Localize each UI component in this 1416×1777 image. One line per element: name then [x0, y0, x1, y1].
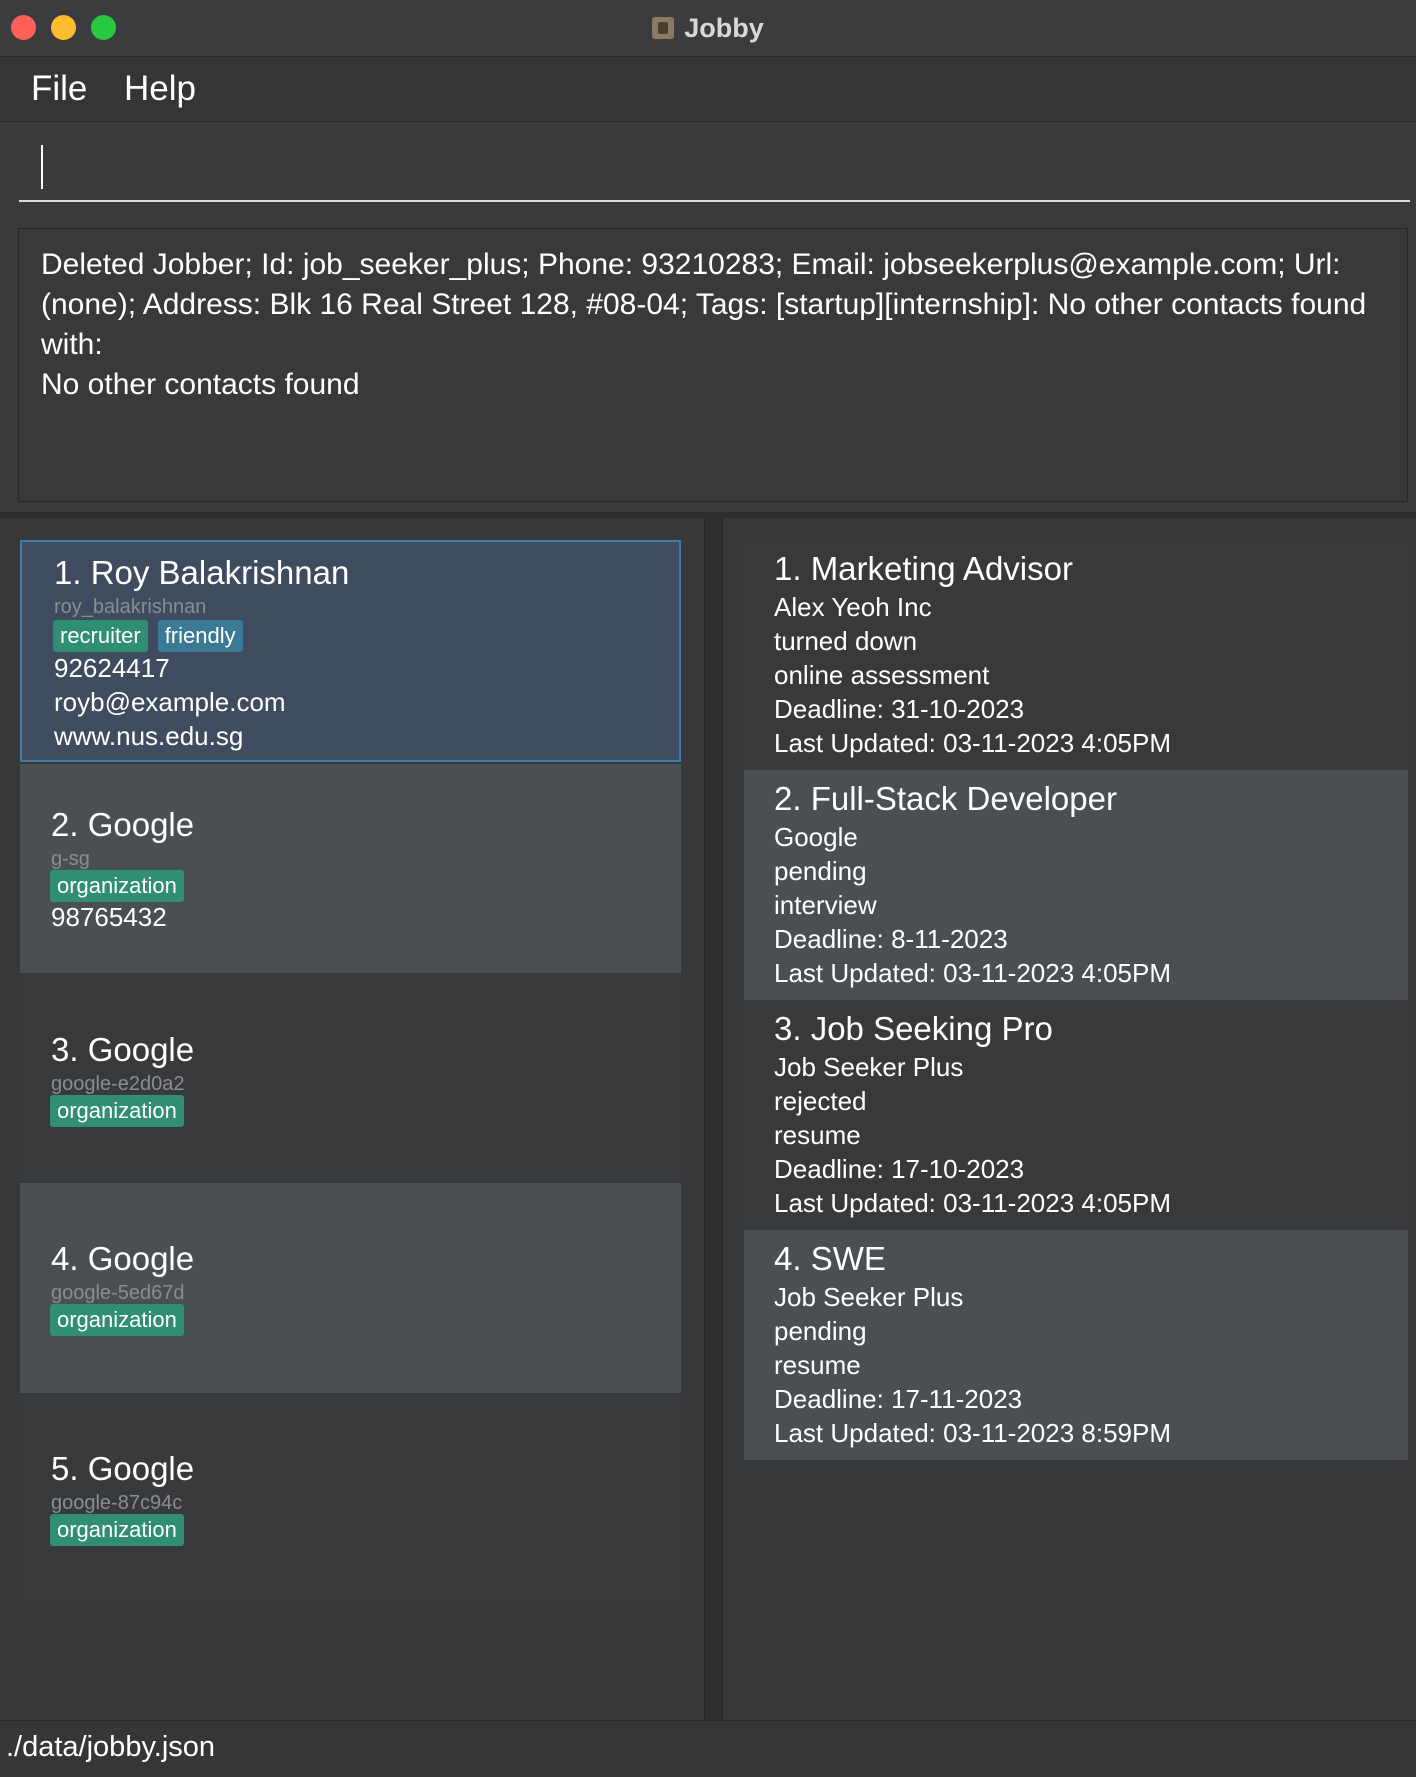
contact-card[interactable]: 5. Google google-87c94c organization: [20, 1393, 681, 1603]
status-bar: ./data/jobby.json: [0, 1720, 1416, 1777]
job-last-updated: Last Updated: 03-11-2023 4:05PM: [774, 728, 1172, 758]
job-company: Alex Yeoh Inc: [774, 592, 932, 622]
job-card[interactable]: 3. Job Seeking Pro Job Seeker Plus rejec…: [744, 1000, 1408, 1230]
job-card[interactable]: 4. SWE Job Seeker Plus pending resume De…: [744, 1230, 1408, 1460]
window-title-group: Jobby: [0, 0, 1416, 56]
tag: organization: [50, 1095, 184, 1127]
job-status: rejected: [774, 1086, 867, 1116]
job-stage: resume: [774, 1350, 861, 1380]
contact-name: 3. Google: [51, 1031, 195, 1068]
contact-id: g-sg: [51, 848, 90, 870]
result-display: Deleted Jobber; Id: job_seeker_plus; Pho…: [18, 228, 1408, 502]
tag-list: organization: [50, 1304, 184, 1336]
window-title: Jobby: [684, 12, 764, 43]
contact-id: roy_balakrishnan: [54, 596, 207, 618]
tag: organization: [50, 1304, 184, 1336]
job-title: 1. Marketing Advisor: [774, 550, 1073, 587]
job-status: pending: [774, 1316, 867, 1346]
menu-help[interactable]: Help: [124, 69, 196, 109]
tag-list: organization: [50, 1514, 184, 1546]
contact-name: 4. Google: [51, 1240, 195, 1277]
tag-list: organization: [50, 870, 184, 902]
job-card[interactable]: 1. Marketing Advisor Alex Yeoh Inc turne…: [744, 540, 1408, 770]
job-company: Job Seeker Plus: [774, 1282, 964, 1312]
tag: friendly: [157, 620, 243, 652]
contact-name: 5. Google: [51, 1450, 195, 1487]
contact-card[interactable]: 3. Google google-e2d0a2 organization: [20, 973, 681, 1183]
tag-list: organization: [50, 1095, 184, 1127]
job-title: 2. Full-Stack Developer: [774, 780, 1117, 817]
job-last-updated: Last Updated: 03-11-2023 4:05PM: [774, 1188, 1172, 1218]
job-last-updated: Last Updated: 03-11-2023 8:59PM: [774, 1418, 1172, 1448]
job-company: Job Seeker Plus: [774, 1052, 964, 1082]
job-deadline: Deadline: 17-10-2023: [774, 1154, 1025, 1184]
contact-name: 1. Roy Balakrishnan: [54, 554, 350, 591]
contact-id: google-5ed67d: [51, 1282, 185, 1304]
job-deadline: Deadline: 17-11-2023: [774, 1384, 1023, 1414]
job-title: 4. SWE: [774, 1240, 886, 1277]
contact-card[interactable]: 2. Google g-sg organization 98765432: [20, 764, 681, 973]
tag-list: recruiter friendly: [53, 620, 243, 652]
tag: recruiter: [53, 620, 148, 652]
job-stage: interview: [774, 890, 877, 920]
title-bar: Jobby: [0, 0, 1416, 57]
menu-bar: File Help: [0, 57, 1416, 122]
result-message: Deleted Jobber; Id: job_seeker_plus; Pho…: [41, 248, 1367, 401]
contact-id: google-e2d0a2: [51, 1073, 185, 1095]
job-deadline: Deadline: 31-10-2023: [774, 694, 1025, 724]
contact-phone: 92624417: [54, 653, 170, 683]
contact-name: 2. Google: [51, 806, 195, 843]
save-file-path: ./data/jobby.json: [6, 1731, 216, 1763]
text-caret: [41, 145, 43, 189]
command-input[interactable]: [19, 122, 1410, 202]
contact-phone: 98765432: [51, 902, 167, 932]
menu-file[interactable]: File: [31, 69, 87, 109]
contact-card[interactable]: 1. Roy Balakrishnan roy_balakrishnan rec…: [20, 540, 681, 762]
job-status: pending: [774, 856, 867, 886]
contact-email: royb@example.com: [54, 687, 286, 717]
contact-id: google-87c94c: [51, 1492, 183, 1514]
job-title: 3. Job Seeking Pro: [774, 1010, 1053, 1047]
app-icon: [652, 17, 675, 39]
tag: organization: [50, 1514, 184, 1546]
split-pane-divider[interactable]: [704, 518, 723, 1720]
job-deadline: Deadline: 8-11-2023: [774, 924, 1008, 954]
job-status: turned down: [774, 626, 918, 656]
job-stage: resume: [774, 1120, 861, 1150]
job-last-updated: Last Updated: 03-11-2023 4:05PM: [774, 958, 1172, 988]
command-box-area: [0, 122, 1416, 212]
job-card[interactable]: 2. Full-Stack Developer Google pending i…: [744, 770, 1408, 1000]
contact-card[interactable]: 4. Google google-5ed67d organization: [20, 1183, 681, 1393]
contact-url: www.nus.edu.sg: [54, 721, 244, 751]
tag: organization: [50, 870, 184, 902]
job-stage: online assessment: [774, 660, 990, 690]
job-company: Google: [774, 822, 858, 852]
